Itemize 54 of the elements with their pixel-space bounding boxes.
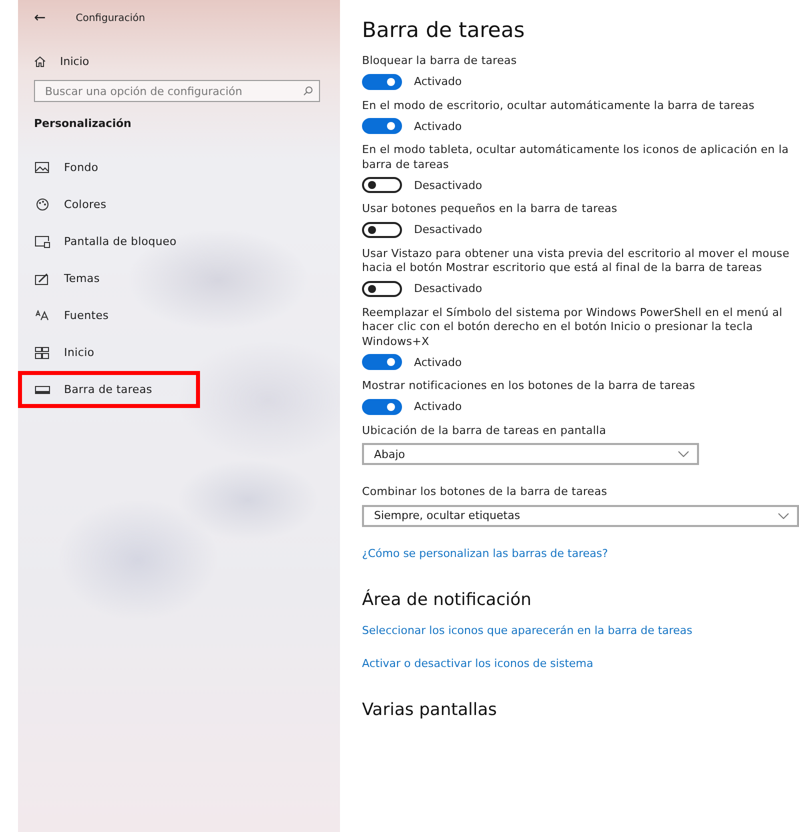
toggle-state: Desactivado (414, 178, 482, 192)
section-heading: Personalización (34, 117, 132, 130)
nav-item[interactable]: Inicio (34, 334, 340, 371)
setting-label: Combinar los botones de la barra de tareas (362, 485, 608, 500)
section-heading: Varias pantallas (362, 700, 498, 720)
setting-label: Usar Vistazo para obtener una vista previa del escritorio al mover el mouse hacia el botón Mostrar escritorio que está al final de la barra de tareas (362, 246, 790, 276)
nav-item[interactable]: Fuentes (34, 297, 340, 334)
toggle-state: Activado (414, 356, 462, 368)
home-link[interactable]: Inicio (60, 54, 90, 68)
nav-item[interactable]: Fondo (34, 149, 340, 186)
page-title: Barra de tareas (362, 18, 526, 42)
lock-screen-icon (34, 236, 50, 248)
back-button[interactable]: ← (34, 10, 46, 26)
brush-screen-icon (34, 272, 50, 284)
toggle-switch[interactable] (362, 398, 402, 414)
toggle-state: Activado (414, 75, 462, 88)
home-icon (34, 56, 46, 66)
toggle-switch[interactable] (362, 354, 402, 370)
setting-label: En el modo de escritorio, ocultar automáticamente la barra de tareas (362, 98, 756, 113)
search-icon (303, 86, 313, 96)
settings-link[interactable]: Activar o desactivar los iconos de sistema (362, 656, 799, 670)
toggle-state: Activado (414, 400, 462, 413)
chevron-down-icon (678, 451, 689, 457)
section-heading: Área de notificación (362, 590, 532, 610)
search-field[interactable]: Buscar una opción de configuración (34, 80, 320, 102)
toggle-state: Desactivado (414, 223, 482, 236)
setting-label: Mostrar notificaciones en los botones de la barra de tareas (362, 379, 696, 394)
setting-label: Reemplazar el Símbolo del sistema por Windows PowerShell en el menú al hacer clic con el botón derecho en el botón Inicio o presionar la tecla Windows+X (362, 306, 784, 349)
font-size-icon (34, 310, 50, 321)
help-link[interactable]: ¿Cómo se personalizan las barras de tareas? (362, 546, 799, 560)
tiles-icon (34, 346, 50, 358)
toggle-state: Desactivado (414, 282, 482, 295)
chevron-down-icon (778, 512, 789, 518)
setting-label: Usar botones pequeños en la barra de tareas (362, 202, 618, 216)
toggle-state: Activado (414, 120, 462, 132)
palette-icon (34, 198, 50, 211)
nav-item[interactable]: Pantalla de bloqueo (34, 223, 340, 260)
settings-link[interactable]: Seleccionar los iconos que aparecerán en la barra de tareas (362, 624, 799, 636)
taskbar-icon (34, 386, 50, 394)
nav-item[interactable]: Colores (34, 186, 340, 223)
toggle-switch[interactable] (362, 74, 402, 90)
toggle-switch[interactable] (362, 177, 402, 193)
dropdown[interactable]: Abajo (362, 443, 699, 465)
toggle-switch[interactable] (362, 222, 402, 238)
dropdown[interactable]: Siempre, ocultar etiquetas (362, 504, 799, 526)
toggle-switch[interactable] (362, 280, 402, 296)
window-title: Configuración (76, 12, 146, 24)
nav-item[interactable]: Temas (34, 260, 340, 297)
toggle-switch[interactable] (362, 118, 402, 134)
setting-label: Bloquear la barra de tareas (362, 54, 518, 68)
setting-label: En el modo tableta, ocultar automáticamente los iconos de aplicación en la barra de tareas (362, 143, 790, 172)
nav-item[interactable]: Barra de tareas (18, 371, 200, 408)
picture-frame-icon (34, 162, 50, 173)
setting-label: Ubicación de la barra de tareas en pantalla (362, 424, 608, 438)
